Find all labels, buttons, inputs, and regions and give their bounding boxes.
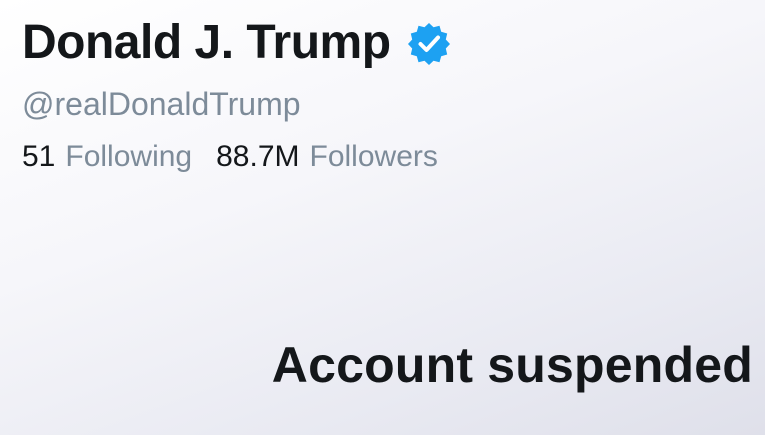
followers-count: 88.7M xyxy=(216,140,300,173)
account-suspended-message: Account suspended xyxy=(271,337,753,393)
following-stat[interactable]: 51 Following xyxy=(22,142,192,172)
verified-badge-icon xyxy=(407,21,451,65)
profile-header: Donald J. Trump @realDonaldTrump 51 Foll… xyxy=(22,12,462,172)
following-label: Following xyxy=(65,140,193,173)
followers-label: Followers xyxy=(309,140,438,173)
profile-stats: 51 Following 88.7M Followers xyxy=(22,142,462,172)
name-row: Donald J. Trump xyxy=(22,12,462,74)
profile-handle: @realDonaldTrump xyxy=(22,86,301,122)
followers-stat[interactable]: 88.7M Followers xyxy=(216,142,438,172)
following-count: 51 xyxy=(22,140,56,173)
display-name: Donald J. Trump xyxy=(22,16,391,69)
